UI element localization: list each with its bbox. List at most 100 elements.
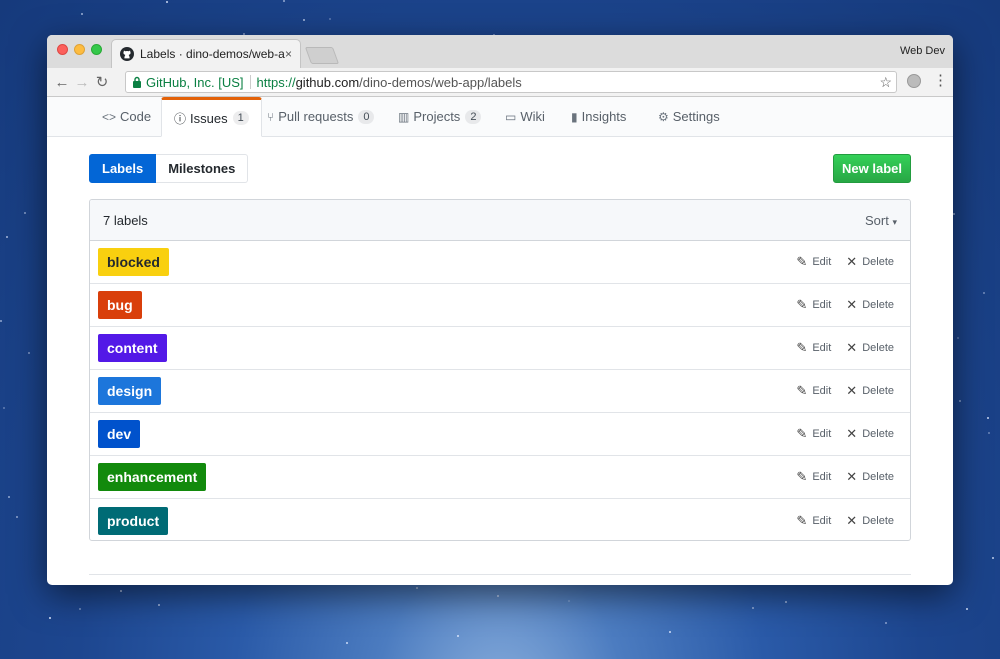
pull-requests-counter: 0 (358, 109, 375, 124)
star (81, 13, 83, 15)
tab-wiki-label: Wiki (520, 109, 545, 124)
new-label-button[interactable]: New label (833, 154, 911, 183)
tab-wiki[interactable]: ▭ Wiki (505, 97, 545, 136)
omnibox-divider (249, 75, 251, 89)
browser-window: Labels · dino-demos/web-app × Web Dev ← … (47, 35, 953, 585)
bookmark-star-icon[interactable]: ☆ (879, 74, 892, 91)
tab-close-icon[interactable]: × (285, 47, 292, 61)
project-icon: ▥ (398, 109, 410, 124)
edit-label-button[interactable]: ✎ Edit (796, 297, 831, 313)
star (24, 212, 26, 214)
x-icon: ✕ (846, 512, 858, 528)
star (785, 601, 787, 603)
delete-label-button[interactable]: ✕ Delete (846, 297, 894, 313)
browser-toolbar: ← → ↻ GitHub, Inc. [US] https://github.c… (47, 68, 953, 97)
edit-label: Edit (812, 385, 832, 397)
browser-menu-icon[interactable]: ⋮ (933, 71, 948, 89)
delete-label-button[interactable]: ✕ Delete (846, 254, 894, 270)
secure-indicator[interactable]: GitHub, Inc. [US] (132, 75, 244, 90)
secure-label: GitHub, Inc. [US] (146, 74, 244, 90)
tab-projects[interactable]: ▥ Projects 2 (398, 97, 482, 136)
tab-settings-label: Settings (672, 109, 720, 124)
browser-tab[interactable]: Labels · dino-demos/web-app × (111, 39, 301, 68)
projects-counter: 2 (465, 109, 482, 124)
star (346, 642, 348, 644)
labels-milestones-switcher: Labels Milestones (89, 154, 249, 183)
edit-label-button[interactable]: ✎ Edit (796, 469, 831, 485)
edit-label-button[interactable]: ✎ Edit (796, 513, 831, 529)
label-chip[interactable]: design (98, 377, 162, 405)
star (959, 400, 961, 402)
reload-icon[interactable]: ↻ (92, 73, 112, 91)
star (752, 607, 754, 609)
star (953, 213, 955, 215)
edit-label-button[interactable]: ✎ Edit (796, 426, 831, 442)
tab-issues-label: Issues (190, 110, 228, 126)
star (885, 622, 887, 624)
label-actions: ✎ Edit ✕ Delete (781, 426, 902, 442)
edit-label-button[interactable]: ✎ Edit (796, 254, 831, 270)
x-icon: ✕ (846, 469, 858, 484)
star (957, 337, 959, 339)
labels-subnav-button[interactable]: Labels (89, 154, 157, 183)
edit-label: Edit (812, 256, 832, 268)
label-row: content ✎ Edit ✕ Delete (90, 327, 910, 370)
tab-title: Labels · dino-demos/web-app (140, 47, 285, 61)
star (983, 292, 985, 294)
edit-label: Edit (812, 471, 832, 483)
tab-code-label: Code (120, 109, 152, 124)
label-chip[interactable]: bug (98, 291, 142, 319)
tab-strip: Labels · dino-demos/web-app × Web Dev (47, 35, 953, 68)
edit-label-button[interactable]: ✎ Edit (796, 340, 831, 356)
tab-insights[interactable]: ▮ Insights (571, 97, 626, 136)
profile-name[interactable]: Web Dev (900, 45, 945, 57)
star (966, 608, 968, 610)
edit-label: Edit (812, 299, 832, 311)
zoom-window-button[interactable] (91, 44, 102, 55)
star (8, 496, 10, 498)
delete-label-button[interactable]: ✕ Delete (846, 469, 894, 485)
book-icon: ▭ (505, 109, 517, 124)
back-arrow-icon[interactable]: ← (52, 74, 72, 91)
minimize-window-button[interactable] (74, 44, 85, 55)
label-chip[interactable]: content (98, 334, 167, 362)
label-rows: blocked ✎ Edit ✕ Delete bug ✎ Edit ✕ Delete conten… (90, 241, 910, 540)
gear-icon: ⚙ (658, 109, 669, 124)
address-bar[interactable]: GitHub, Inc. [US] https://github.com/din… (125, 71, 897, 93)
star (49, 617, 51, 619)
graph-icon: ▮ (571, 109, 578, 124)
delete-label-button[interactable]: ✕ Delete (846, 340, 894, 356)
star (0, 320, 2, 322)
delete-label: Delete (862, 342, 894, 354)
pencil-icon: ✎ (796, 340, 808, 355)
star (283, 0, 285, 2)
x-icon: ✕ (846, 340, 858, 355)
new-tab-button[interactable] (304, 47, 340, 64)
edit-label: Edit (812, 514, 832, 527)
delete-label: Delete (862, 471, 894, 483)
label-chip[interactable]: product (98, 506, 169, 535)
label-row: enhancement ✎ Edit ✕ Delete (90, 456, 910, 499)
label-row: dev ✎ Edit ✕ Delete (90, 413, 910, 456)
tab-code[interactable]: <> Code (102, 97, 151, 136)
milestones-subnav-button[interactable]: Milestones (156, 154, 249, 183)
edit-label-button[interactable]: ✎ Edit (796, 383, 831, 399)
git-pull-request-icon: ⑂ (267, 109, 275, 124)
label-chip[interactable]: enhancement (98, 463, 207, 491)
forward-arrow-icon[interactable]: → (72, 74, 92, 91)
delete-label-button[interactable]: ✕ Delete (846, 383, 894, 399)
label-chip[interactable]: blocked (98, 248, 169, 276)
tab-issues[interactable]: ⓘ Issues 1 (161, 97, 262, 137)
extension-icon[interactable] (907, 74, 921, 88)
tab-settings[interactable]: ⚙ Settings (658, 97, 720, 136)
sort-dropdown[interactable]: Sort ▾ (865, 213, 897, 228)
x-icon: ✕ (846, 426, 858, 441)
label-chip[interactable]: dev (98, 420, 141, 448)
close-window-button[interactable] (57, 44, 68, 55)
label-actions: ✎ Edit ✕ Delete (781, 340, 902, 356)
delete-label-button[interactable]: ✕ Delete (846, 426, 894, 442)
delete-label-button[interactable]: ✕ Delete (846, 513, 894, 529)
star (6, 236, 8, 238)
tab-pull-requests[interactable]: ⑂ Pull requests 0 (267, 97, 375, 136)
labels-list-header: 7 labels Sort ▾ (90, 200, 910, 241)
